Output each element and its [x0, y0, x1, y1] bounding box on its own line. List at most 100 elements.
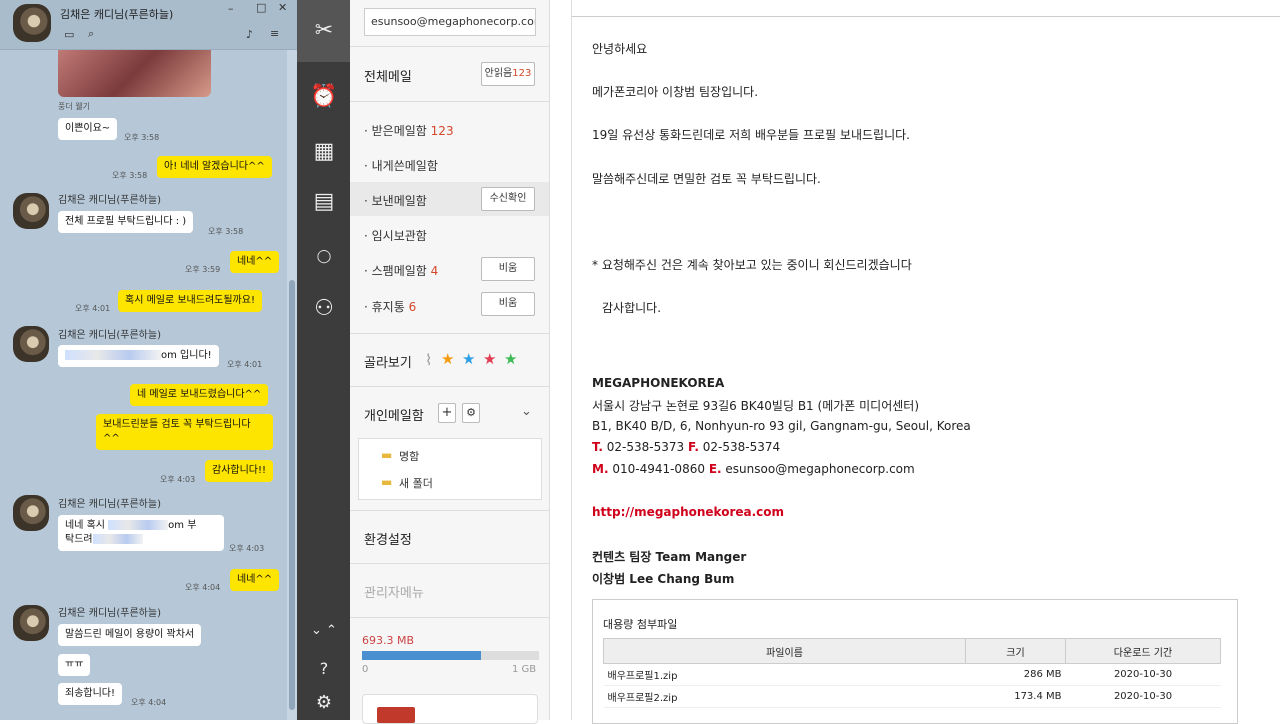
- message-time: 오후 4:03: [229, 544, 265, 553]
- star-red-icon[interactable]: ★: [483, 350, 496, 368]
- sent-label: 보낸메일함: [371, 194, 427, 208]
- sender-name: 김채은 캐디님(푸른하늘): [58, 608, 161, 619]
- attachment-title: 대용량 첨부파일: [603, 618, 678, 631]
- avatar[interactable]: [13, 4, 51, 42]
- body-line: * 요청해주신 건은 계속 찾아보고 있는 중이니 회신드리겠습니다: [592, 258, 912, 272]
- star-orange-icon[interactable]: ★: [441, 350, 454, 368]
- message-time: 오후 3:58: [208, 227, 244, 236]
- signature-email[interactable]: esunsoo@megaphonecorp.com: [725, 462, 914, 476]
- table-row[interactable]: 배우프로필2.zip 173.4 MB 2020-10-30: [603, 685, 1221, 708]
- message-text: om 입니다!: [161, 350, 212, 361]
- sidebar-item-draft[interactable]: · 임시보관함: [364, 227, 427, 244]
- spam-count: 4: [430, 264, 439, 278]
- close-icon[interactable]: ✕: [278, 1, 287, 14]
- message-bubble[interactable]: ㅠㅠ: [58, 654, 91, 676]
- shared-photo[interactable]: [58, 50, 211, 97]
- alarm-clock-icon[interactable]: ⏰: [305, 78, 343, 116]
- quota-bar: [362, 651, 539, 660]
- receipt-check-button[interactable]: 수신확인: [481, 187, 535, 211]
- message-bubble-mine[interactable]: 네네^^: [230, 251, 280, 273]
- message-bubble[interactable]: 말씀드린 메일이 용량이 꽉차서: [58, 624, 202, 646]
- briefcase-icon[interactable]: ▭: [64, 28, 74, 41]
- large-attachment-box: 대용량 첨부파일 파일이름 크기 다운로드 기간 배우프로필1.zip 286 …: [592, 599, 1238, 724]
- chevron-up-down-icon[interactable]: ⌄ ⌃: [305, 612, 343, 650]
- signature-company: MEGAPHONEKOREA: [592, 376, 725, 390]
- maximize-icon[interactable]: □: [256, 1, 266, 14]
- spam-label: 스팸메일함: [371, 264, 427, 278]
- all-mail-link[interactable]: 전체메일: [364, 66, 412, 85]
- file-period: 2020-10-30: [1065, 685, 1221, 708]
- add-folder-button[interactable]: +: [438, 403, 456, 423]
- column-header-period: 다운로드 기간: [1065, 638, 1221, 664]
- file-name[interactable]: 배우프로필2.zip: [603, 685, 966, 708]
- file-size: 173.4 MB: [965, 685, 1066, 708]
- sidebar-item-sent[interactable]: · 보낸메일함: [364, 192, 427, 209]
- folder-settings-button[interactable]: ⚙: [462, 403, 480, 423]
- sidebar-item-tome[interactable]: · 내게쓴메일함: [364, 157, 438, 174]
- sidebar-item-trash[interactable]: · 휴지통 6: [364, 298, 416, 315]
- empty-trash-button[interactable]: 비움: [481, 292, 535, 316]
- message-bubble[interactable]: 네네 혹시 om 부 탁드려: [58, 515, 224, 551]
- message-text: om 부: [168, 520, 197, 531]
- redacted-email: [92, 534, 143, 544]
- signature-address: 서울시 강남구 논현로 93길6 BK40빌딩 B1 (메가폰 미디어센터): [592, 399, 920, 413]
- sidebar-item-spam[interactable]: · 스팸메일함 4: [364, 262, 438, 279]
- message-bubble-mine[interactable]: 네네^^: [230, 569, 280, 591]
- sidebar-item-inbox[interactable]: · 받은메일함 123: [364, 122, 454, 139]
- file-name[interactable]: 배우프로필1.zip: [603, 663, 966, 686]
- sms-icon[interactable]: ◯: [305, 238, 343, 276]
- avatar[interactable]: [13, 495, 49, 531]
- unread-button[interactable]: 안읽음123: [481, 62, 535, 86]
- filter-heading: 골라보기: [364, 356, 412, 371]
- message-bubble-mine[interactable]: 네 메일로 보내드렸습니다^^: [130, 384, 269, 406]
- draft-label: 임시보관함: [371, 229, 427, 243]
- avatar[interactable]: [13, 326, 49, 362]
- empty-spam-button[interactable]: 비움: [481, 257, 535, 281]
- mobile-label: M.: [592, 462, 609, 476]
- message-bubble[interactable]: 죄송합니다!: [58, 683, 123, 705]
- message-bubble-mine[interactable]: 혹시 메일로 보내드려도될까요!: [118, 290, 262, 312]
- message-time: 오후 4:03: [160, 475, 196, 484]
- admin-menu-link[interactable]: 관리자메뉴: [364, 582, 424, 601]
- message-bubble-mine[interactable]: 아! 네네 알겠습니다^^: [157, 156, 272, 178]
- minimize-icon[interactable]: –: [228, 2, 234, 15]
- menu-icon[interactable]: ≡: [270, 27, 279, 40]
- attachment-table: 파일이름 크기 다운로드 기간 배우프로필1.zip 286 MB 2020-1…: [603, 638, 1221, 708]
- scrollbar-thumb[interactable]: [289, 280, 295, 710]
- help-icon[interactable]: ?: [305, 650, 343, 688]
- avatar[interactable]: [13, 605, 49, 641]
- quota-max: 1 GB: [512, 664, 537, 675]
- notebook-icon[interactable]: ▤: [305, 183, 343, 221]
- tools-icon[interactable]: ✂: [305, 12, 343, 50]
- bell-icon[interactable]: ♪: [246, 28, 253, 41]
- divider: [350, 617, 549, 618]
- website-link[interactable]: http://megaphonekorea.com: [592, 505, 784, 519]
- app-icon-bar: ✂ ⏰ ▦ ▤ ◯ ⚇ ⌄ ⌃ ? ⚙: [297, 0, 350, 720]
- quota-min: 0: [362, 664, 369, 675]
- divider: [572, 16, 1280, 17]
- folder-item[interactable]: 명함: [399, 448, 419, 464]
- calculator-icon[interactable]: ▦: [305, 133, 343, 171]
- signature-address-en: B1, BK40 B/D, 6, Nonhyun-ro 93 gil, Gang…: [592, 419, 971, 433]
- message-bubble[interactable]: 이쁜이요~: [58, 118, 118, 140]
- add-user-icon[interactable]: ⚇: [305, 290, 343, 328]
- message-time: 오후 4:04: [185, 583, 221, 592]
- message-bubble-mine[interactable]: 감사합니다!!: [205, 460, 274, 482]
- attachment-icon[interactable]: ⌇: [425, 351, 432, 369]
- sender-name: 김채은 캐디님(푸른하늘): [58, 499, 161, 510]
- star-green-icon[interactable]: ★: [504, 350, 517, 368]
- message-bubble-mine[interactable]: 보내드린분들 검토 꼭 부탁드립니다 ^^: [96, 414, 273, 450]
- star-blue-icon[interactable]: ★: [462, 350, 475, 368]
- sender-name: 김채은 캐디님(푸른하늘): [58, 330, 161, 341]
- message-bubble[interactable]: om 입니다!: [58, 345, 219, 367]
- settings-link[interactable]: 환경설정: [364, 529, 412, 548]
- chevron-down-icon[interactable]: ⌄: [521, 404, 532, 419]
- file-size: 286 MB: [965, 663, 1066, 686]
- account-email[interactable]: esunsoo@megaphonecorp.com: [364, 8, 536, 36]
- message-bubble[interactable]: 전체 프로필 부탁드립니다 : ): [58, 211, 194, 233]
- avatar[interactable]: [13, 193, 49, 229]
- folder-item[interactable]: 새 폴더: [399, 475, 433, 491]
- table-row[interactable]: 배우프로필1.zip 286 MB 2020-10-30: [603, 663, 1221, 686]
- gear-icon[interactable]: ⚙: [305, 684, 343, 722]
- search-icon[interactable]: ⌕: [88, 27, 94, 41]
